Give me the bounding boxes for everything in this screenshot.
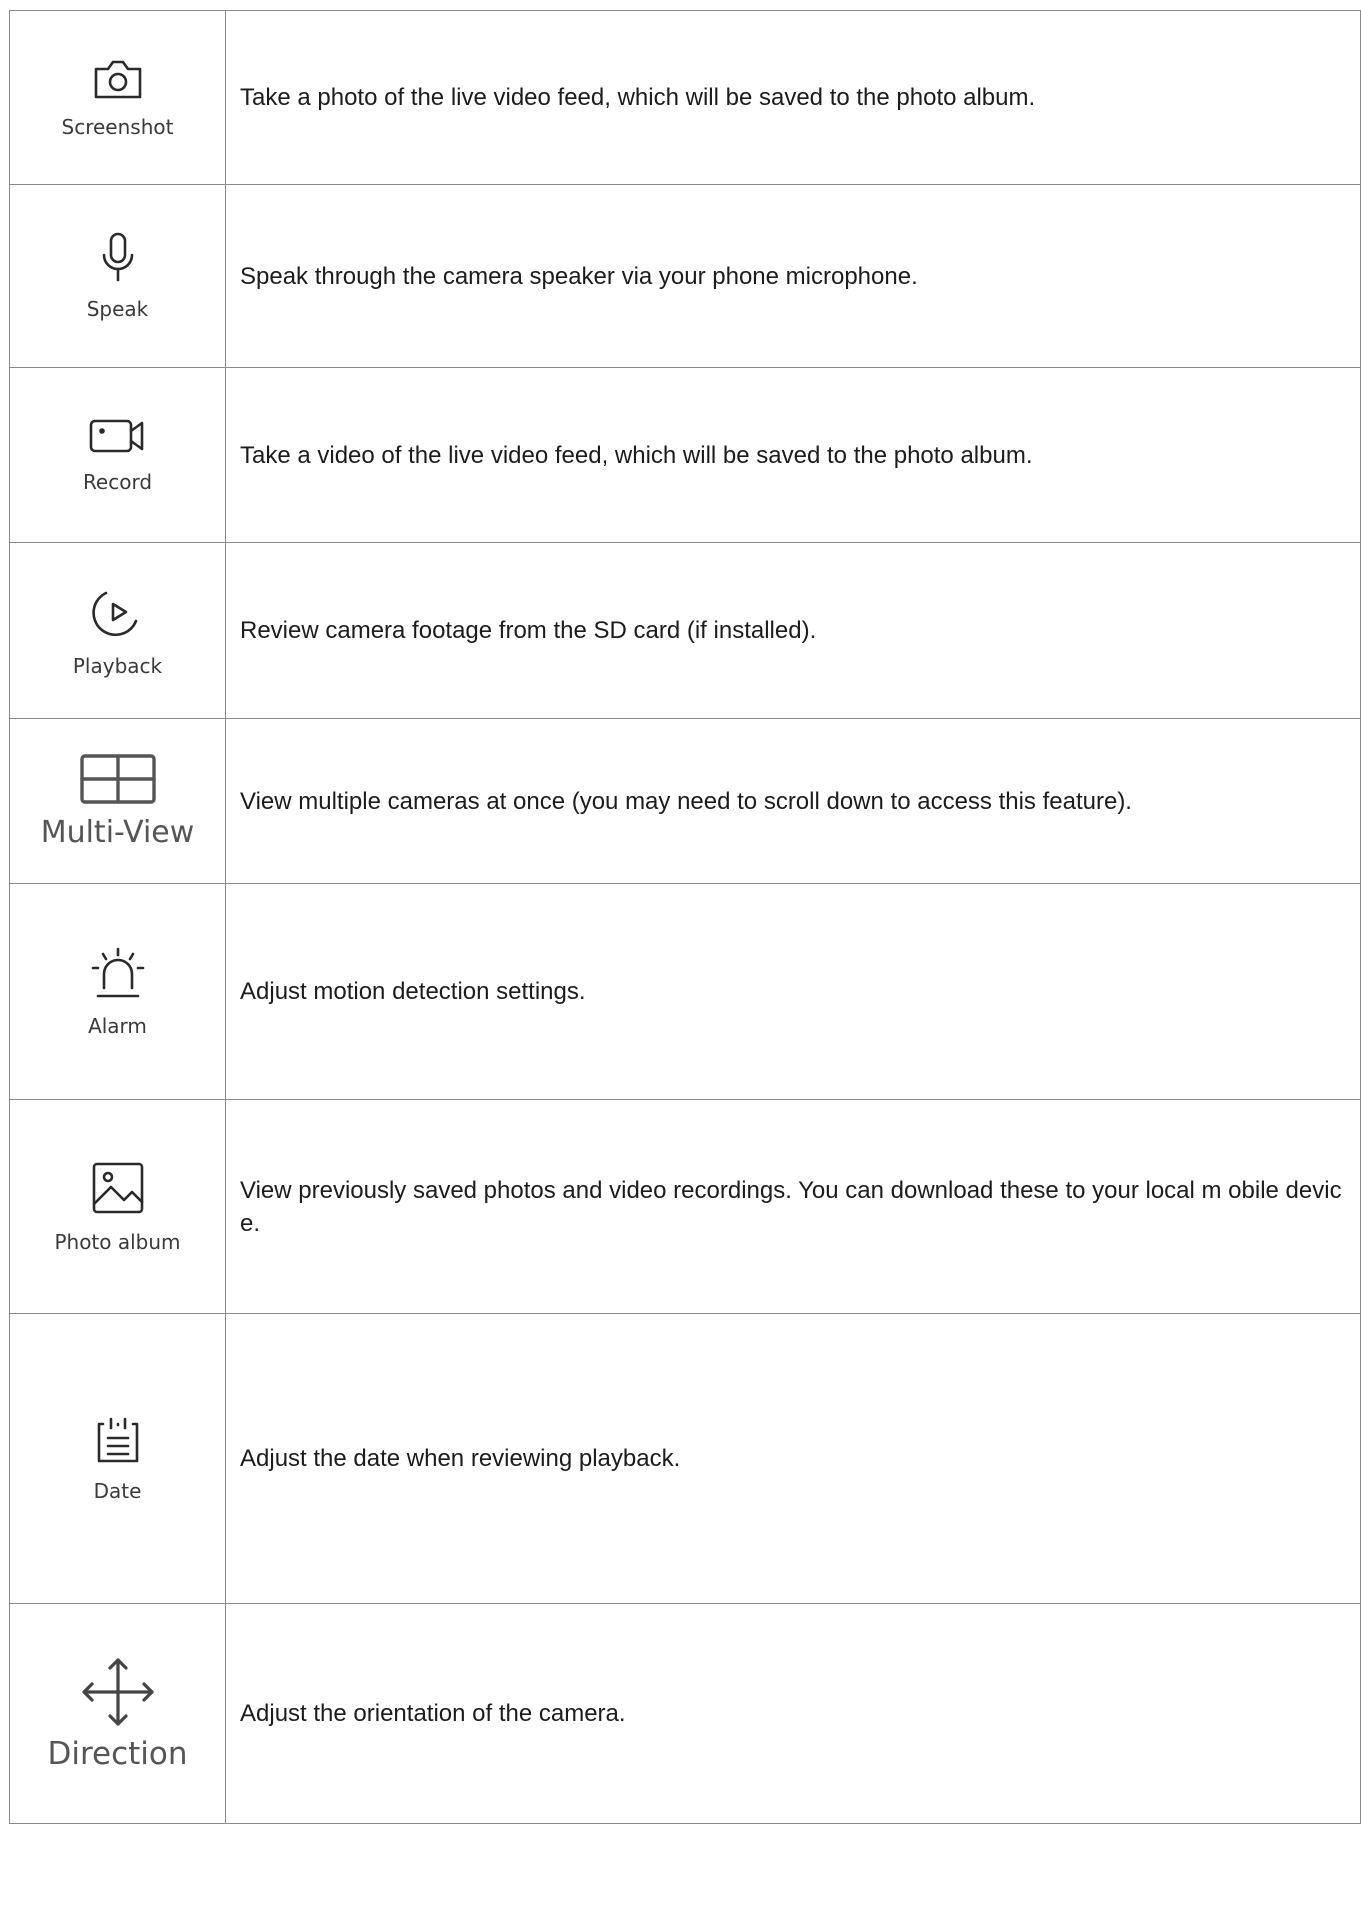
feature-label: Record — [82, 470, 153, 494]
icon-cell: Photo album — [9, 1099, 226, 1314]
feature-label: Photo album — [54, 1229, 181, 1254]
icon-cell: Direction — [9, 1603, 226, 1824]
feature-description: Review camera footage from the SD card (… — [225, 542, 1361, 719]
feature-description: Adjust motion detection settings. — [225, 883, 1361, 1100]
feature-label: Screenshot — [61, 114, 174, 139]
playback-icon — [91, 591, 137, 636]
feature-label: Multi-View — [40, 814, 195, 850]
alarm-icon — [91, 947, 144, 997]
feature-button-photo-album[interactable]: Photo album — [10, 1160, 225, 1254]
feature-button-multi-view[interactable]: Multi-View — [10, 753, 225, 850]
table-row: Alarm Adjust motion detection settings. — [9, 883, 1361, 1100]
photo-album-icon — [92, 1162, 143, 1213]
feature-button-playback[interactable]: Playback — [10, 584, 225, 678]
microphone-icon — [102, 232, 133, 282]
feature-description: Take a photo of the live video feed, whi… — [225, 10, 1361, 185]
camera-icon — [94, 60, 141, 98]
feature-description: Speak through the camera speaker via you… — [225, 184, 1361, 368]
icon-cell: Playback — [9, 542, 226, 719]
icon-cell: Alarm — [9, 883, 226, 1100]
feature-description: Adjust the date when reviewing playback. — [225, 1313, 1361, 1604]
feature-description: View previously saved photos and video r… — [225, 1099, 1361, 1314]
feature-description: View multiple cameras at once (you may n… — [225, 718, 1361, 884]
feature-button-speak[interactable]: Speak — [10, 231, 225, 321]
video-camera-icon — [89, 419, 143, 453]
table-row: Direction Adjust the orientation of the … — [9, 1603, 1361, 1824]
feature-button-direction[interactable]: Direction — [10, 1656, 225, 1772]
table-row: Record Take a video of the live video fe… — [9, 367, 1361, 543]
table-row: Photo album View previously saved photos… — [9, 1099, 1361, 1314]
feature-label: Speak — [86, 297, 149, 321]
feature-button-alarm[interactable]: Alarm — [10, 946, 225, 1038]
feature-table: Screenshot Take a photo of the live vide… — [9, 10, 1361, 1824]
icon-cell: Record — [9, 367, 226, 543]
feature-button-date[interactable]: Date — [10, 1415, 225, 1503]
grid-icon — [79, 753, 156, 804]
direction-arrows-icon — [81, 1657, 154, 1726]
table-row: Date Adjust the date when reviewing play… — [9, 1313, 1361, 1604]
feature-label: Playback — [72, 653, 163, 678]
table-row: Playback Review camera footage from the … — [9, 542, 1361, 719]
feature-button-record[interactable]: Record — [10, 416, 225, 494]
feature-description: Take a video of the live video feed, whi… — [225, 367, 1361, 543]
table-row: Speak Speak through the camera speaker v… — [9, 184, 1361, 368]
calendar-icon — [97, 1417, 138, 1462]
feature-description: Adjust the orientation of the camera. — [225, 1603, 1361, 1824]
feature-label: Date — [93, 1478, 142, 1503]
feature-label: Direction — [47, 1735, 188, 1772]
icon-cell: Date — [9, 1313, 226, 1604]
table-row: Screenshot Take a photo of the live vide… — [9, 10, 1361, 185]
feature-button-screenshot[interactable]: Screenshot — [10, 57, 225, 139]
icon-cell: Speak — [9, 184, 226, 368]
icon-cell: Screenshot — [9, 10, 226, 185]
feature-label: Alarm — [88, 1013, 147, 1038]
table-row: Multi-View View multiple cameras at once… — [9, 718, 1361, 884]
icon-cell: Multi-View — [9, 718, 226, 884]
